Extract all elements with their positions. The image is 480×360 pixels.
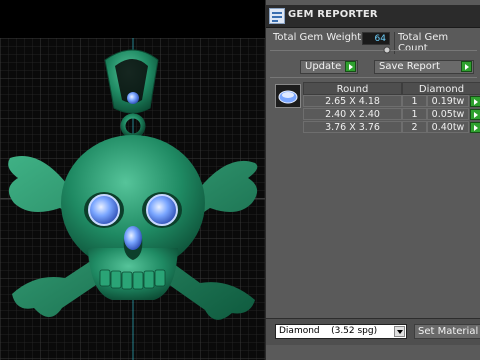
column-header-round: Round <box>303 82 402 95</box>
panel-title: GEM REPORTER <box>288 9 378 20</box>
gem-weight-cell: 0.05tw <box>427 108 469 120</box>
splitter-handle-icon[interactable] <box>383 46 391 54</box>
gem-count-cell: 1 <box>402 95 427 107</box>
material-bar: Diamond (3.52 spg) Set Material <box>266 318 480 345</box>
gem-weight-cell: 0.19tw <box>427 95 469 107</box>
row-select-play-icon[interactable] <box>470 122 480 133</box>
update-button[interactable]: Update <box>300 60 358 74</box>
gem-count-cell: 1 <box>402 108 427 120</box>
gem-reporter-panel: GEM REPORTER Total Gem Weight 64 Total G… <box>265 0 480 360</box>
material-select-value: Diamond (3.52 spg) <box>279 326 378 336</box>
gem-size-cell: 2.65 X 4.18 <box>303 95 402 107</box>
panel-divider <box>270 77 477 78</box>
diamond-gem-icon[interactable] <box>275 84 301 108</box>
save-report-button[interactable]: Save Report <box>374 60 474 74</box>
save-report-play-icon <box>461 61 472 72</box>
viewport-top-bar <box>0 0 265 38</box>
chevron-down-icon[interactable] <box>394 326 405 337</box>
save-report-button-label: Save Report <box>379 61 440 72</box>
totals-row: Total Gem Weight 64 Total Gem Count <box>266 31 480 54</box>
material-select[interactable]: Diamond (3.52 spg) <box>275 324 407 339</box>
3d-viewport[interactable] <box>0 0 265 360</box>
gem-size-cell: 2.40 X 2.40 <box>303 108 402 120</box>
row-select-play-icon[interactable] <box>470 96 480 107</box>
panel-title-bar: GEM REPORTER <box>266 5 480 28</box>
update-button-label: Update <box>305 61 342 72</box>
gem-count-cell: 2 <box>402 121 427 133</box>
update-play-icon <box>345 61 356 72</box>
gem-size-cell: 3.76 X 3.76 <box>303 121 402 133</box>
panel-divider <box>270 50 477 51</box>
gem-weight-cell: 0.40tw <box>427 121 469 133</box>
total-gem-weight-label: Total Gem Weight <box>273 32 362 43</box>
set-material-button[interactable]: Set Material <box>414 324 480 339</box>
column-header-diamond: Diamond <box>402 82 480 95</box>
row-select-play-icon[interactable] <box>470 109 480 120</box>
total-gem-weight-value: 64 <box>362 32 390 45</box>
gem-reporter-app-icon <box>269 8 285 24</box>
viewport-grid <box>0 38 265 360</box>
